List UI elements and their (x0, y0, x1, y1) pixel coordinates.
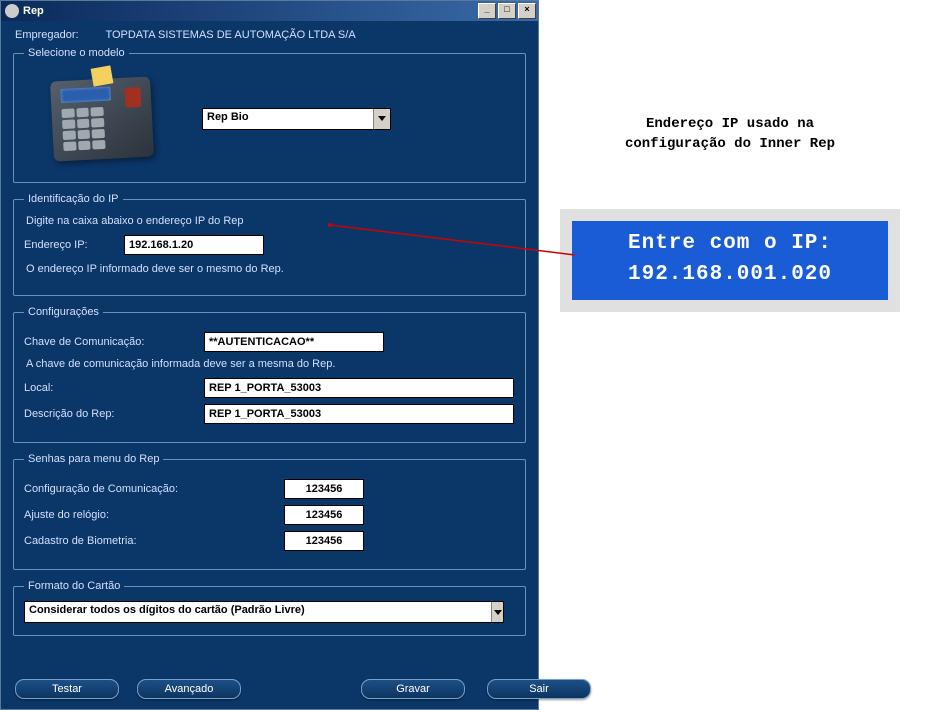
device-image (32, 71, 172, 166)
minimize-button[interactable]: _ (478, 3, 496, 19)
card-fieldset: Formato do Cartão Considerar todos os dí… (13, 580, 526, 636)
model-select-value: Rep Bio (203, 109, 373, 129)
chevron-down-icon (494, 610, 502, 615)
annotation-text-line2: configuração do Inner Rep (625, 136, 835, 152)
advanced-button[interactable]: Avançado (137, 679, 241, 699)
model-fieldset: Selecione o modelo (13, 47, 526, 183)
employer-value: TOPDATA SISTEMAS DE AUTOMAÇÃO LTDA S/A (105, 29, 355, 41)
card-format-chevron[interactable] (491, 602, 503, 622)
pw-bio-label: Cadastro de Biometria: (24, 535, 284, 547)
pw-clock-label: Ajuste do relógio: (24, 509, 284, 521)
comm-key-hint: A chave de comunicação informada deve se… (26, 358, 515, 370)
annotation-text-line1: Endereço IP usado na (646, 116, 814, 132)
window-title: Rep (23, 5, 44, 17)
pw-comm-label: Configuração de Comunicação: (24, 483, 284, 495)
config-fieldset: Configurações Chave de Comunicação: A ch… (13, 306, 526, 443)
ip-input[interactable] (124, 235, 264, 255)
ip-hint-top: Digite na caixa abaixo o endereço IP do … (26, 215, 515, 227)
save-button[interactable]: Gravar (361, 679, 465, 699)
pw-clock-input[interactable] (284, 505, 364, 525)
ip-fieldset: Identificação do IP Digite na caixa abai… (13, 193, 526, 296)
model-select-chevron[interactable] (373, 109, 390, 129)
annotation-text: Endereço IP usado na configuração do Inn… (560, 115, 900, 154)
config-legend: Configurações (24, 306, 103, 318)
maximize-button[interactable]: □ (498, 3, 516, 19)
ip-hint-bottom: O endereço IP informado deve ser o mesmo… (26, 263, 515, 275)
chevron-down-icon (378, 116, 386, 121)
ip-legend: Identificação do IP (24, 193, 123, 205)
ip-label: Endereço IP: (24, 239, 124, 251)
employer-label: Empregador: (15, 29, 79, 41)
local-label: Local: (24, 382, 204, 394)
lcd-frame: Entre com o IP: 192.168.001.020 (560, 209, 900, 312)
desc-input[interactable] (204, 404, 514, 424)
comm-key-label: Chave de Comunicação: (24, 336, 204, 348)
exit-button[interactable]: Sair (487, 679, 591, 699)
pw-bio-input[interactable] (284, 531, 364, 551)
card-legend: Formato do Cartão (24, 580, 124, 592)
close-button[interactable]: × (518, 3, 536, 19)
passwords-fieldset: Senhas para menu do Rep Configuração de … (13, 453, 526, 570)
comm-key-input[interactable] (204, 332, 384, 352)
test-button[interactable]: Testar (15, 679, 119, 699)
card-format-select[interactable]: Considerar todos os dígitos do cartão (P… (24, 601, 504, 623)
employer-row: Empregador: TOPDATA SISTEMAS DE AUTOMAÇÃ… (15, 29, 526, 41)
model-legend: Selecione o modelo (24, 47, 129, 59)
rep-config-window: Rep _ □ × Empregador: TOPDATA SISTEMAS D… (0, 0, 539, 710)
app-icon (5, 4, 19, 18)
lcd-line1: Entre com o IP: (628, 232, 832, 255)
annotation-panel: Endereço IP usado na configuração do Inn… (560, 115, 900, 312)
pw-comm-input[interactable] (284, 479, 364, 499)
passwords-legend: Senhas para menu do Rep (24, 453, 163, 465)
button-bar: Testar Avançado Gravar Sair (1, 679, 538, 699)
model-select[interactable]: Rep Bio (202, 108, 391, 130)
lcd-display: Entre com o IP: 192.168.001.020 (572, 221, 888, 300)
card-format-value: Considerar todos os dígitos do cartão (P… (25, 602, 491, 622)
titlebar[interactable]: Rep _ □ × (1, 1, 538, 21)
local-input[interactable] (204, 378, 514, 398)
desc-label: Descrição do Rep: (24, 408, 204, 420)
lcd-line2: 192.168.001.020 (628, 263, 832, 286)
